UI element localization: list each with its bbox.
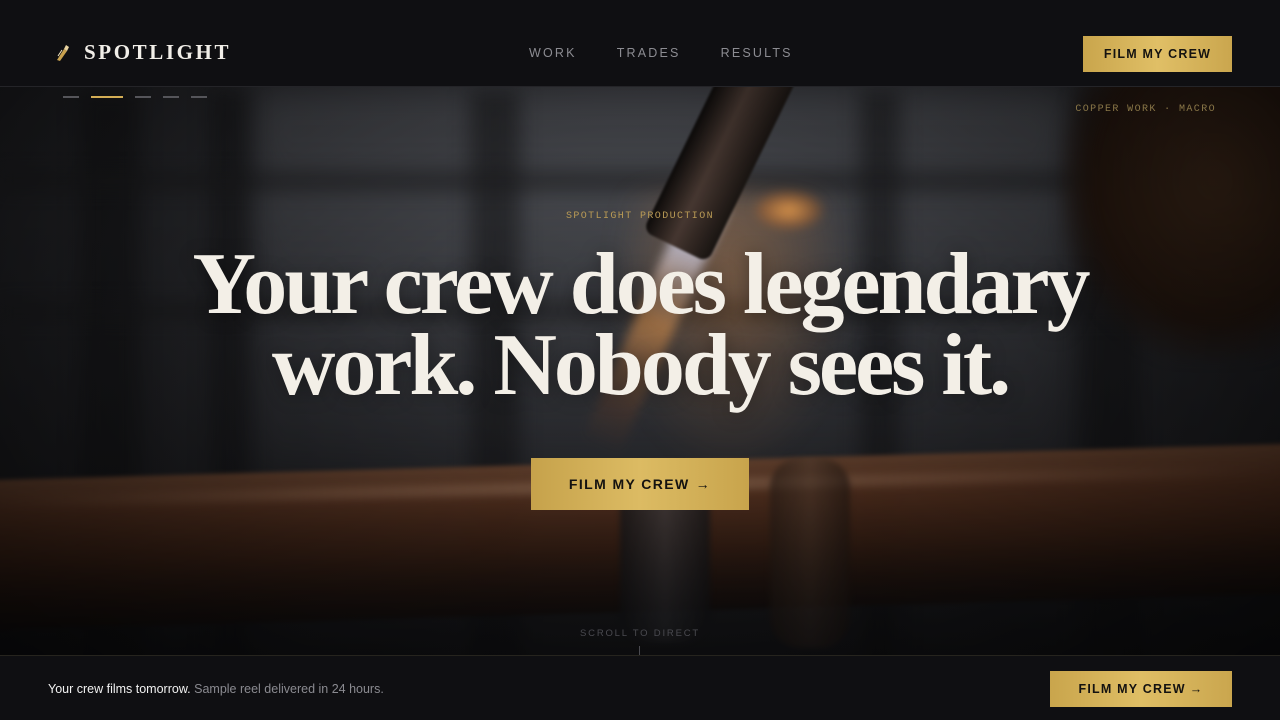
sticky-bottom-bar: Your crew films tomorrow. Sample reel de… xyxy=(0,655,1280,720)
bottom-bar-strong-text: Your crew films tomorrow. xyxy=(48,682,191,696)
hero-film-my-crew-button[interactable]: FILM MY CREW → xyxy=(531,458,749,510)
brand-name: SPOTLIGHT xyxy=(84,40,232,64)
arrow-right-icon: → xyxy=(695,476,712,492)
hero-headline-line2: work. Nobody sees it. xyxy=(271,317,1011,414)
bottom-bar-muted-text: Sample reel delivered in 24 hours. xyxy=(194,682,384,696)
hero-cta-label: FILM MY CREW xyxy=(568,476,690,492)
torch-icon xyxy=(54,44,70,62)
brand-logo[interactable]: SPOTLIGHT xyxy=(54,40,231,65)
header-film-my-crew-button[interactable]: FILM MY CREW xyxy=(1083,36,1232,72)
slide-indicator-active[interactable] xyxy=(91,96,123,98)
site-header: SPOTLIGHT WORK TRADES RESULTS FILM MY CR… xyxy=(0,0,1280,87)
scroll-hint: SCROLL TO DIRECT xyxy=(580,628,700,639)
nav-item-results[interactable]: RESULTS xyxy=(721,46,793,60)
slide-indicator[interactable] xyxy=(163,96,179,98)
slide-indicator[interactable] xyxy=(135,96,151,98)
nav-item-trades[interactable]: TRADES xyxy=(617,46,681,60)
hero-headline: Your crew does legendary work. Nobody se… xyxy=(0,241,1280,410)
bottom-cta-label: FILM MY CREW xyxy=(1078,682,1186,696)
slide-indicator[interactable] xyxy=(191,96,207,98)
main-nav: WORK TRADES RESULTS xyxy=(529,46,793,60)
slide-caption: COPPER WORK · MACRO xyxy=(1075,104,1216,115)
slide-indicators xyxy=(63,96,207,98)
arrow-right-icon: → xyxy=(1189,682,1204,696)
bottom-film-my-crew-button[interactable]: FILM MY CREW → xyxy=(1050,671,1232,707)
nav-item-work[interactable]: WORK xyxy=(529,46,577,60)
slide-indicator[interactable] xyxy=(63,96,79,98)
hero-eyebrow: SPOTLIGHT PRODUCTION xyxy=(565,211,715,222)
bottom-bar-message: Your crew films tomorrow. Sample reel de… xyxy=(48,682,384,696)
